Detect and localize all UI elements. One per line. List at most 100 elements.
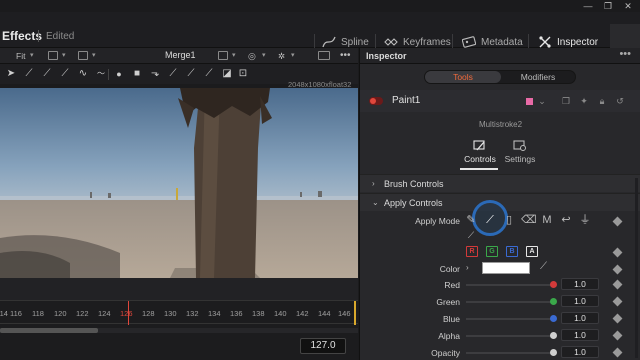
alpha-value-field[interactable]: 1.0: [561, 329, 599, 341]
apply-smear-icon[interactable]: ↩: [559, 213, 573, 227]
current-frame-field[interactable]: 127.0: [300, 338, 346, 354]
wand-tool-icon[interactable]: ⟋: [166, 67, 180, 81]
chevron-down-icon: ▾: [262, 52, 266, 59]
tick-label: 146: [338, 309, 351, 318]
render-end-marker[interactable]: [354, 301, 356, 325]
select-tool-icon[interactable]: ➤: [4, 67, 18, 81]
green-value-field[interactable]: 1.0: [561, 295, 599, 307]
keyframe-diamond-icon[interactable]: [612, 216, 623, 227]
opacity-value-field[interactable]: 1.0: [561, 346, 599, 358]
tab-label: Spline: [341, 36, 369, 48]
tick-label: 144: [318, 309, 331, 318]
rectangle-tool-icon[interactable]: ■: [130, 67, 144, 81]
version-icon[interactable]: ❐: [560, 95, 572, 107]
fullscreen-icon[interactable]: [318, 51, 330, 60]
opacity-slider-knob[interactable]: [550, 349, 557, 356]
eyedropper-icon[interactable]: ⟋: [540, 261, 547, 272]
channel-blue-button[interactable]: B: [506, 246, 518, 257]
alpha-slider-knob[interactable]: [550, 332, 557, 339]
opacity-slider[interactable]: [466, 352, 554, 354]
polyline-tool-icon[interactable]: ∿: [76, 67, 90, 81]
tab-label: Settings: [504, 154, 536, 164]
section-brush-controls[interactable]: › Brush Controls: [360, 174, 640, 192]
circle-tool-icon[interactable]: ●: [112, 67, 126, 81]
timeline[interactable]: 114 116 118 120 122 124 126 128 130 132 …: [0, 300, 358, 360]
apply-color-icon[interactable]: ✎: [464, 213, 478, 227]
color-swatch[interactable]: [482, 262, 530, 274]
blue-value-field[interactable]: 1.0: [561, 312, 599, 324]
page-title: Effects: [2, 29, 43, 43]
inspector-scrollbar[interactable]: [635, 178, 638, 358]
inspector-header: Inspector •••: [360, 48, 640, 64]
tab-controls[interactable]: Controls: [460, 140, 500, 164]
stroke-tool-icon[interactable]: ⟋: [58, 67, 72, 81]
restore-icon[interactable]: ❐: [598, 0, 618, 12]
channel-alpha-button[interactable]: A: [526, 246, 538, 257]
apply-clone-icon[interactable]: ⟋: [483, 213, 497, 227]
playhead[interactable]: [128, 301, 129, 325]
tab-modifiers[interactable]: Modifiers: [500, 71, 576, 83]
tab-tools[interactable]: Tools: [425, 71, 501, 83]
tick-label: 132: [186, 309, 199, 318]
bezier-stroke-icon[interactable]: 〜: [94, 67, 108, 81]
reveal-tool-icon[interactable]: ◪: [220, 67, 234, 81]
red-slider-knob[interactable]: [550, 281, 557, 288]
lock-icon[interactable]: 🔒︎: [596, 95, 608, 107]
multistroke-tool-icon[interactable]: ⟋: [22, 67, 36, 81]
apply-merge-icon[interactable]: M: [540, 213, 554, 227]
node-enable-toggle[interactable]: [369, 97, 383, 105]
timeline-ruler[interactable]: 114 116 118 120 122 124 126 128 130 132 …: [0, 300, 358, 325]
green-slider-knob[interactable]: [550, 298, 557, 305]
timeline-scroll-thumb[interactable]: [0, 328, 98, 333]
chevron-down-icon: ⌄: [372, 198, 379, 207]
split-view-icon[interactable]: [78, 51, 88, 60]
blue-slider-knob[interactable]: [550, 315, 557, 322]
minimize-icon[interactable]: —: [578, 0, 598, 12]
chevron-down-icon[interactable]: ⌄: [536, 95, 548, 107]
eraser-tool-icon[interactable]: ⟋: [202, 67, 216, 81]
apply-erase-icon[interactable]: ⌫: [521, 213, 537, 227]
lut-icon[interactable]: ✲: [278, 50, 285, 62]
tab-settings[interactable]: Settings: [500, 140, 540, 164]
clone-stroke-icon[interactable]: ⟋: [40, 67, 54, 81]
fill-tool-icon[interactable]: ⬎: [148, 67, 162, 81]
color-channel-icon[interactable]: ◎: [248, 50, 256, 62]
keyframe-diamond-icon[interactable]: [612, 247, 623, 258]
section-label: Brush Controls: [384, 179, 444, 189]
apply-wire-icon[interactable]: ⟋: [464, 228, 478, 242]
view-layout-icon[interactable]: [48, 51, 58, 60]
channel-red-button[interactable]: R: [466, 246, 478, 257]
stroke-group-icon[interactable]: ⊡: [236, 67, 250, 81]
keyframe-diamond-icon[interactable]: [612, 264, 623, 275]
page-header: Effects Edited Spline Keyframes Metadata…: [0, 12, 640, 60]
tick-label: 126: [120, 309, 133, 318]
keyframe-diamond-icon[interactable]: [612, 313, 623, 324]
keyframe-diamond-icon[interactable]: [612, 296, 623, 307]
red-value-field[interactable]: 1.0: [561, 278, 599, 290]
node-color-swatch[interactable]: [526, 98, 533, 105]
paint-group-icon[interactable]: ⟋: [184, 67, 198, 81]
channel-green-button[interactable]: G: [486, 246, 498, 257]
roi-icon[interactable]: [218, 51, 228, 60]
alpha-slider[interactable]: [466, 335, 554, 337]
red-slider[interactable]: [466, 284, 554, 286]
keyframe-diamond-icon[interactable]: [612, 330, 623, 341]
chevron-right-icon[interactable]: ›: [466, 263, 469, 272]
viewer-canvas[interactable]: [0, 88, 358, 278]
inspector-more-button[interactable]: •••: [619, 48, 631, 60]
keyframe-diamond-icon[interactable]: [612, 279, 623, 290]
apply-stamp-icon[interactable]: ⏚: [578, 213, 592, 227]
viewer-more-button[interactable]: •••: [340, 50, 351, 62]
zoom-fit-dropdown[interactable]: Fit: [16, 50, 25, 62]
pin-icon[interactable]: ✦: [578, 95, 590, 107]
keyframe-diamond-icon[interactable]: [612, 347, 623, 358]
beach-scene-image: [0, 88, 358, 278]
apply-emboss-icon[interactable]: ▯: [502, 213, 516, 227]
green-slider[interactable]: [466, 301, 554, 303]
tick-label: 140: [274, 309, 287, 318]
param-label: Red: [444, 280, 460, 290]
node-header[interactable]: Paint1 ⌄ ❐ ✦ 🔒︎ ↺: [360, 90, 640, 112]
reset-icon[interactable]: ↺: [614, 95, 626, 107]
close-icon[interactable]: ✕: [618, 0, 638, 12]
blue-slider[interactable]: [466, 318, 554, 320]
